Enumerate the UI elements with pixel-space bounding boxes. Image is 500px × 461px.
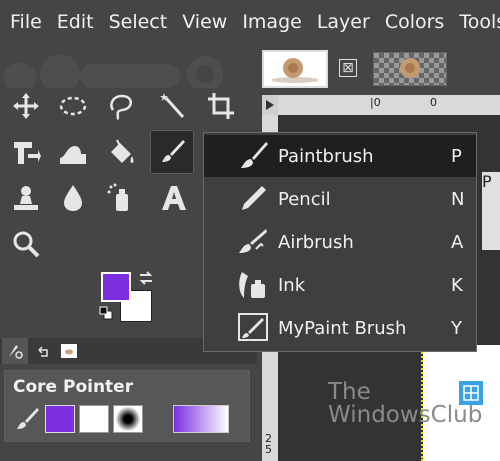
undo-history-tab[interactable]: [30, 338, 56, 364]
paintbrush-icon: [162, 140, 185, 162]
menu-edit[interactable]: Edit: [48, 11, 100, 33]
pencil-icon: [242, 186, 266, 210]
images-tab[interactable]: [56, 338, 82, 364]
popup-item-paintbrush[interactable]: Paintbrush P: [204, 135, 476, 177]
ruler-label: 2 5: [265, 432, 272, 456]
tool-preset-icon[interactable]: [13, 405, 41, 433]
image-thumbnail-icon: [61, 344, 77, 358]
tool-options-tab[interactable]: [2, 338, 28, 364]
menu-colors[interactable]: Colors: [376, 11, 451, 33]
blur-icon[interactable]: [53, 178, 93, 218]
menu-layer[interactable]: Layer: [308, 11, 376, 33]
horizontal-ruler[interactable]: |0 0: [262, 95, 500, 115]
wilber-banner: [4, 54, 223, 88]
popup-item-shortcut: A: [451, 232, 464, 253]
side-panel-letter: P: [482, 172, 492, 191]
reset-colors-icon[interactable]: [99, 306, 113, 320]
bucket-fill-icon[interactable]: [101, 132, 141, 172]
popup-item-airbrush[interactable]: Airbrush A: [204, 221, 476, 263]
clone-icon[interactable]: [6, 178, 46, 218]
popup-item-label: Paintbrush: [278, 146, 374, 167]
popup-item-label: Pencil: [278, 189, 331, 210]
popup-item-ink[interactable]: Ink K: [204, 264, 476, 306]
warp-transform-icon[interactable]: [53, 132, 93, 172]
popup-item-shortcut: Y: [451, 318, 462, 339]
menu-tools[interactable]: Tools: [450, 11, 500, 33]
pointer-foreground-color[interactable]: [45, 405, 75, 433]
watermark-logo-icon: [459, 381, 483, 405]
undo-icon: [38, 346, 48, 357]
play-icon: [266, 100, 274, 110]
popup-item-shortcut: K: [451, 275, 463, 296]
swap-colors-icon[interactable]: [137, 269, 155, 287]
ellipse-select-icon[interactable]: [53, 86, 93, 126]
snail-transparent-thumbnail-icon: [400, 58, 420, 78]
image-tab-snail-transparent[interactable]: [373, 52, 447, 86]
dodge-icon[interactable]: [101, 178, 141, 218]
popup-item-label: MyPaint Brush: [278, 318, 407, 339]
tool-options-title: Core Pointer: [13, 377, 134, 397]
popup-item-pencil[interactable]: Pencil N: [204, 178, 476, 220]
ruler-label: 0: [430, 96, 437, 109]
paint-tools-popup: Paintbrush P Pencil N Airbrush A Ink K M…: [203, 132, 477, 352]
ruler-label: |0: [370, 96, 381, 109]
airbrush-icon: [239, 229, 267, 253]
menu-select[interactable]: Select: [100, 11, 174, 33]
gradient-preview[interactable]: [173, 405, 229, 433]
ink-icon: [239, 272, 265, 298]
unified-transform-icon[interactable]: [6, 132, 46, 172]
tool-options-panel: Core Pointer: [4, 370, 250, 442]
free-select-icon[interactable]: [101, 86, 141, 126]
popup-item-mypaint-brush[interactable]: MyPaint Brush Y: [204, 307, 476, 349]
foreground-color-swatch[interactable]: [101, 272, 131, 302]
menu-view[interactable]: View: [173, 11, 233, 33]
paintbrush-tool-button[interactable]: [150, 130, 194, 174]
zoom-icon[interactable]: [6, 224, 46, 264]
quick-mask-toggle[interactable]: [262, 95, 278, 115]
popup-item-label: Airbrush: [278, 232, 354, 253]
close-tab-icon[interactable]: ⊠: [339, 59, 357, 77]
menu-bar: File Edit Select View Image Layer Colors…: [0, 0, 500, 44]
mypaint-brush-icon: [238, 313, 268, 341]
crop-icon[interactable]: [201, 86, 241, 126]
popup-item-shortcut: N: [451, 189, 465, 210]
tool-options-icon: [9, 345, 23, 359]
pointer-background-color[interactable]: [79, 405, 109, 433]
popup-item-shortcut: P: [451, 146, 462, 167]
watermark-line2: WindowsClub: [328, 402, 483, 428]
snail-thumbnail-icon: [271, 58, 319, 83]
side-panel: P: [480, 172, 500, 250]
menu-image[interactable]: Image: [233, 11, 308, 33]
text-icon[interactable]: [154, 178, 194, 218]
fuzzy-select-icon[interactable]: [154, 86, 194, 126]
image-tab-snail[interactable]: [262, 50, 328, 88]
paintbrush-icon: [241, 142, 268, 168]
popup-item-label: Ink: [278, 275, 306, 296]
menu-file[interactable]: File: [0, 11, 48, 33]
move-tool-icon[interactable]: [6, 86, 46, 126]
brush-preview[interactable]: [113, 405, 143, 433]
